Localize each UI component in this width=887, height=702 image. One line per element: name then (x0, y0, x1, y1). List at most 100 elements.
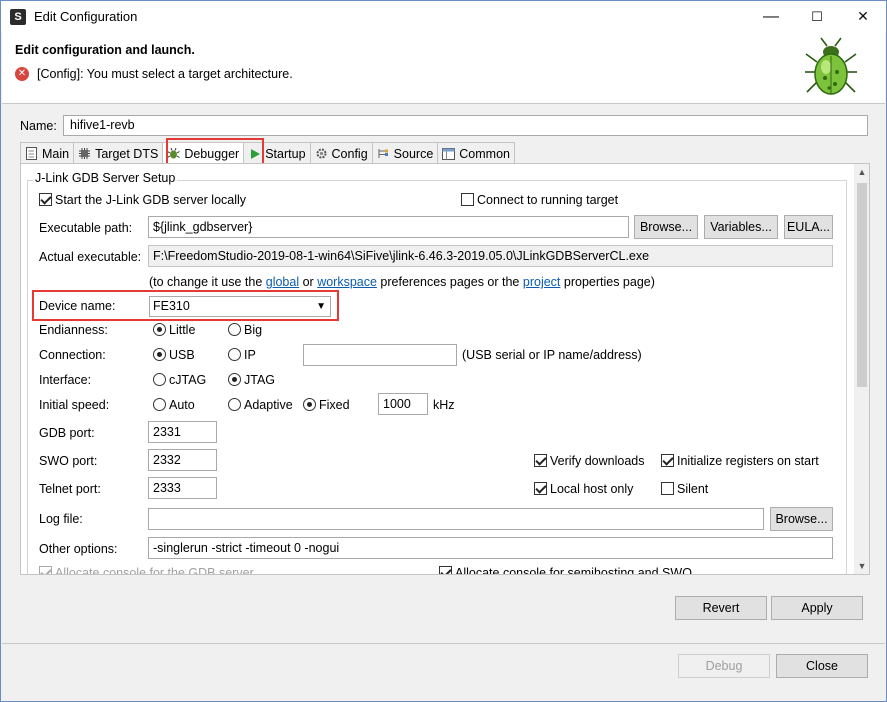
init-registers-box[interactable] (661, 454, 674, 467)
endian-big-radio-dot[interactable] (228, 323, 241, 336)
eula-button[interactable]: EULA... (784, 215, 833, 239)
global-link[interactable]: global (266, 275, 299, 289)
verify-downloads-checkbox[interactable]: Verify downloads (534, 454, 645, 468)
window-controls: — ☐ ✕ (748, 1, 886, 32)
conn-usb-radio-dot[interactable] (153, 348, 166, 361)
init-registers-checkbox[interactable]: Initialize registers on start (661, 454, 819, 468)
telnet-port-label: Telnet port: (39, 482, 101, 496)
speed-fixed-label: Fixed (319, 398, 350, 412)
debug-button[interactable]: Debug (678, 654, 770, 678)
tab-source-label: Source (393, 146, 434, 161)
if-jtag-radio-dot[interactable] (228, 373, 241, 386)
speed-adaptive-label: Adaptive (244, 398, 293, 412)
endian-little-radio[interactable]: Little (153, 323, 195, 337)
tab-common[interactable]: Common (437, 142, 515, 164)
scroll-up-icon[interactable]: ▲ (854, 164, 869, 180)
close-button[interactable]: Close (776, 654, 868, 678)
speed-adaptive-radio-dot[interactable] (228, 398, 241, 411)
scrollbar-thumb[interactable] (857, 183, 867, 387)
alloc-gdb-console-checkbox[interactable]: Allocate console for the GDB server (39, 566, 254, 574)
close-window-button[interactable]: ✕ (840, 1, 886, 32)
scroll-down-icon[interactable]: ▼ (854, 558, 869, 574)
tab-debugger[interactable]: Debugger (162, 142, 245, 164)
apply-button[interactable]: Apply (771, 596, 863, 620)
device-name-value: FE310 (153, 299, 190, 313)
local-host-box[interactable] (534, 482, 547, 495)
verify-downloads-box[interactable] (534, 454, 547, 467)
swo-port-label: SWO port: (39, 454, 98, 468)
maximize-button[interactable]: ☐ (794, 1, 840, 32)
executable-label: Executable path: (39, 221, 133, 235)
speed-value-input[interactable]: 1000 (378, 393, 428, 415)
tab-startup-label: Startup (265, 146, 306, 161)
revert-button[interactable]: Revert (675, 596, 767, 620)
alloc-semihosting-box[interactable] (439, 566, 452, 574)
swo-port-input[interactable]: 2332 (148, 449, 217, 471)
edit-configuration-dialog: S Edit Configuration — ☐ ✕ Edit configur… (0, 0, 887, 702)
if-jtag-label: JTAG (244, 373, 276, 387)
silent-label: Silent (677, 482, 709, 496)
project-link[interactable]: project (523, 275, 561, 289)
error-message: [Config]: You must select a target archi… (37, 67, 293, 81)
conn-ip-radio[interactable]: IP (228, 348, 256, 362)
dialog-header: Edit configuration and launch. ✕ [Config… (2, 32, 885, 104)
log-file-label: Log file: (39, 512, 83, 526)
connect-running-label: Connect to running target (477, 193, 619, 207)
actual-executable-value: F:\FreedomStudio-2019-08-1-win64\SiFive\… (148, 245, 833, 267)
tab-target-dts[interactable]: Target DTS (73, 142, 164, 164)
workspace-link[interactable]: workspace (317, 275, 377, 289)
local-host-label: Local host only (550, 482, 634, 496)
silent-checkbox[interactable]: Silent (661, 482, 708, 496)
start-server-checkbox[interactable]: Start the J-Link GDB server locally (39, 193, 246, 207)
config-gear-icon (315, 147, 328, 160)
tab-startup[interactable]: Startup (243, 142, 311, 164)
title-bar: S Edit Configuration — ☐ ✕ (1, 1, 886, 32)
name-label: Name: (20, 119, 57, 133)
local-host-checkbox[interactable]: Local host only (534, 482, 633, 496)
minimize-button[interactable]: — (748, 1, 794, 32)
endian-big-label: Big (244, 323, 263, 337)
endian-big-radio[interactable]: Big (228, 323, 262, 337)
conn-usb-radio[interactable]: USB (153, 348, 195, 362)
alloc-gdb-console-box[interactable] (39, 566, 52, 574)
conn-ip-radio-dot[interactable] (228, 348, 241, 361)
conn-ip-label: IP (244, 348, 256, 362)
other-options-input[interactable]: -singlerun -strict -timeout 0 -nogui (148, 537, 833, 559)
start-server-checkbox-box[interactable] (39, 193, 52, 206)
log-file-input[interactable] (148, 508, 764, 530)
hint-or: or (299, 275, 318, 289)
speed-fixed-radio[interactable]: Fixed (303, 398, 350, 412)
variables-button[interactable]: Variables... (704, 215, 778, 239)
connect-running-checkbox-box[interactable] (461, 193, 474, 206)
browse-executable-button[interactable]: Browse... (634, 215, 698, 239)
error-icon: ✕ (15, 67, 29, 81)
speed-auto-radio[interactable]: Auto (153, 398, 195, 412)
device-name-select[interactable]: FE310 ▼ (149, 296, 331, 317)
hint-suffix: properties page) (560, 275, 655, 289)
connect-running-checkbox[interactable]: Connect to running target (461, 193, 618, 207)
alloc-semihosting-checkbox[interactable]: Allocate console for semihosting and SWO (439, 566, 692, 574)
interface-label: Interface: (39, 373, 92, 387)
speed-adaptive-radio[interactable]: Adaptive (228, 398, 293, 412)
endian-little-radio-dot[interactable] (153, 323, 166, 336)
if-cjtag-radio-dot[interactable] (153, 373, 166, 386)
silent-box[interactable] (661, 482, 674, 495)
tab-config[interactable]: Config (309, 142, 373, 164)
configuration-name-input[interactable]: hifive1-revb (63, 115, 868, 136)
if-jtag-radio[interactable]: JTAG (228, 373, 275, 387)
executable-path-input[interactable]: ${jlink_gdbserver} (148, 216, 629, 238)
if-cjtag-radio[interactable]: cJTAG (153, 373, 206, 387)
gdb-port-input[interactable]: 2331 (148, 421, 217, 443)
footer-separator (2, 643, 885, 644)
browse-log-button[interactable]: Browse... (770, 507, 833, 531)
tab-main-label: Main (42, 146, 70, 161)
telnet-port-input[interactable]: 2333 (148, 477, 217, 499)
chevron-down-icon: ▼ (316, 301, 326, 312)
speed-fixed-radio-dot[interactable] (303, 398, 316, 411)
tab-main[interactable]: Main (20, 142, 75, 164)
connection-address-input[interactable] (303, 344, 457, 366)
tab-config-label: Config (331, 146, 368, 161)
speed-auto-radio-dot[interactable] (153, 398, 166, 411)
tab-source[interactable]: Source (371, 142, 439, 164)
vertical-scrollbar[interactable]: ▲ ▼ (854, 164, 869, 574)
